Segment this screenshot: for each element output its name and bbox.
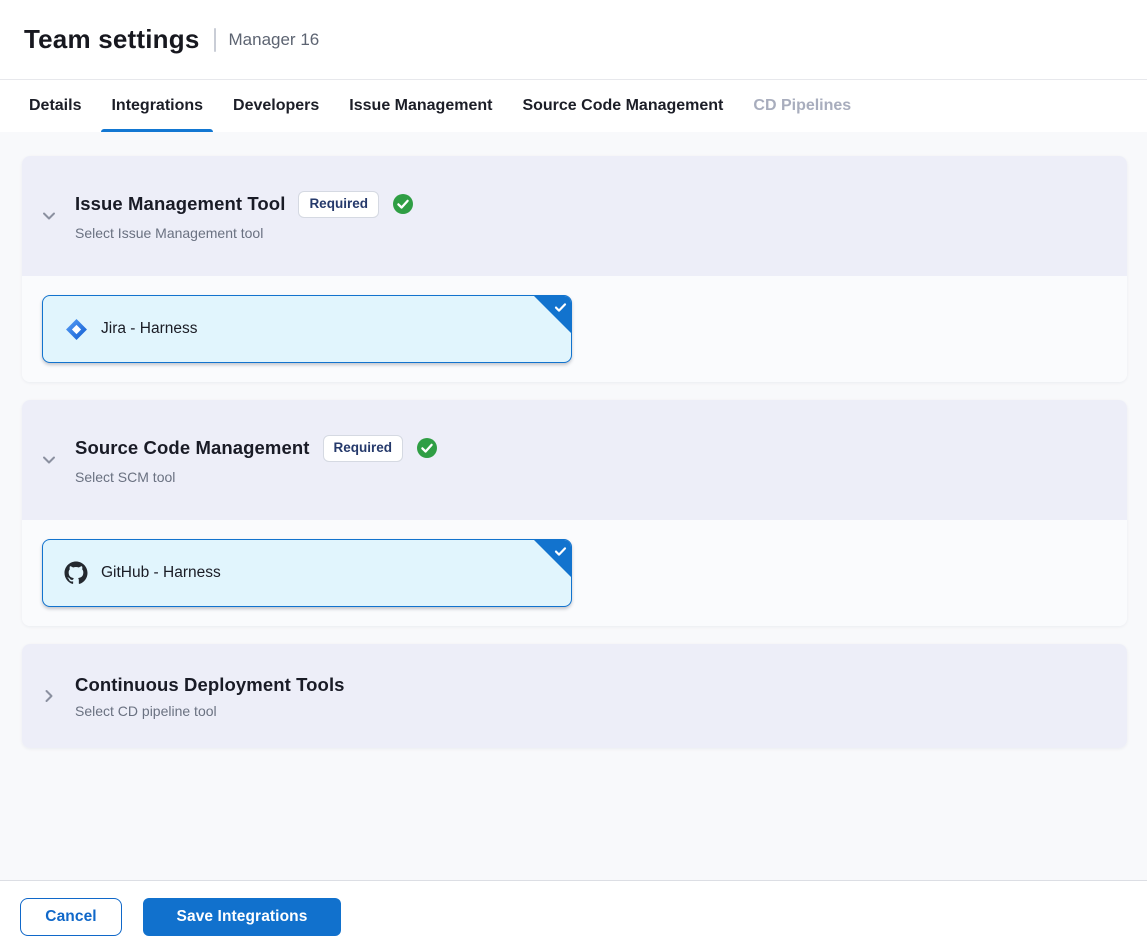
integrations-panel: Issue Management Tool Required Select Is…: [0, 132, 1147, 880]
chevron-down-icon: [41, 452, 57, 468]
jira-icon: [64, 317, 88, 341]
save-integrations-button[interactable]: Save Integrations: [143, 898, 341, 936]
section-subtitle: Select CD pipeline tool: [75, 703, 345, 719]
section-source-code-management: Source Code Management Required Select S…: [22, 400, 1127, 626]
check-circle-icon: [416, 437, 438, 459]
page-subtitle: Manager 16: [229, 30, 320, 50]
cancel-button[interactable]: Cancel: [20, 898, 122, 936]
page-header: Team settings Manager 16: [0, 0, 1147, 79]
chevron-right-icon: [41, 688, 57, 704]
tool-card-label: GitHub - Harness: [101, 564, 221, 582]
selected-check-icon: [553, 544, 568, 564]
section-header-issue-management[interactable]: Issue Management Tool Required Select Is…: [22, 156, 1127, 276]
required-badge: Required: [323, 435, 404, 462]
tab-source-code-management[interactable]: Source Code Management: [520, 80, 725, 132]
tab-bar: Details Integrations Developers Issue Ma…: [0, 79, 1147, 132]
tab-developers[interactable]: Developers: [231, 80, 321, 132]
chevron-down-icon: [41, 208, 57, 224]
tab-details[interactable]: Details: [27, 80, 83, 132]
tool-card-jira[interactable]: Jira - Harness: [42, 295, 572, 363]
section-header-scm[interactable]: Source Code Management Required Select S…: [22, 400, 1127, 520]
section-subtitle: Select Issue Management tool: [75, 225, 414, 241]
tool-card-github[interactable]: GitHub - Harness: [42, 539, 572, 607]
section-body-issue-management: Jira - Harness: [22, 276, 1127, 382]
github-icon: [64, 561, 88, 585]
tab-integrations[interactable]: Integrations: [109, 80, 205, 132]
tool-card-label: Jira - Harness: [101, 320, 197, 338]
section-continuous-deployment: Continuous Deployment Tools Select CD pi…: [22, 644, 1127, 748]
tab-issue-management[interactable]: Issue Management: [347, 80, 494, 132]
required-badge: Required: [298, 191, 379, 218]
check-circle-icon: [392, 193, 414, 215]
section-title: Continuous Deployment Tools: [75, 674, 345, 696]
tab-cd-pipelines: CD Pipelines: [751, 80, 853, 132]
selected-check-icon: [553, 300, 568, 320]
section-header-cd-tools[interactable]: Continuous Deployment Tools Select CD pi…: [22, 644, 1127, 748]
section-subtitle: Select SCM tool: [75, 469, 438, 485]
section-issue-management-tool: Issue Management Tool Required Select Is…: [22, 156, 1127, 382]
page-title: Team settings: [24, 24, 200, 55]
title-divider: [214, 28, 216, 52]
section-title: Issue Management Tool: [75, 193, 285, 215]
footer-action-bar: Cancel Save Integrations: [0, 880, 1147, 952]
section-title: Source Code Management: [75, 437, 310, 459]
section-body-scm: GitHub - Harness: [22, 520, 1127, 626]
